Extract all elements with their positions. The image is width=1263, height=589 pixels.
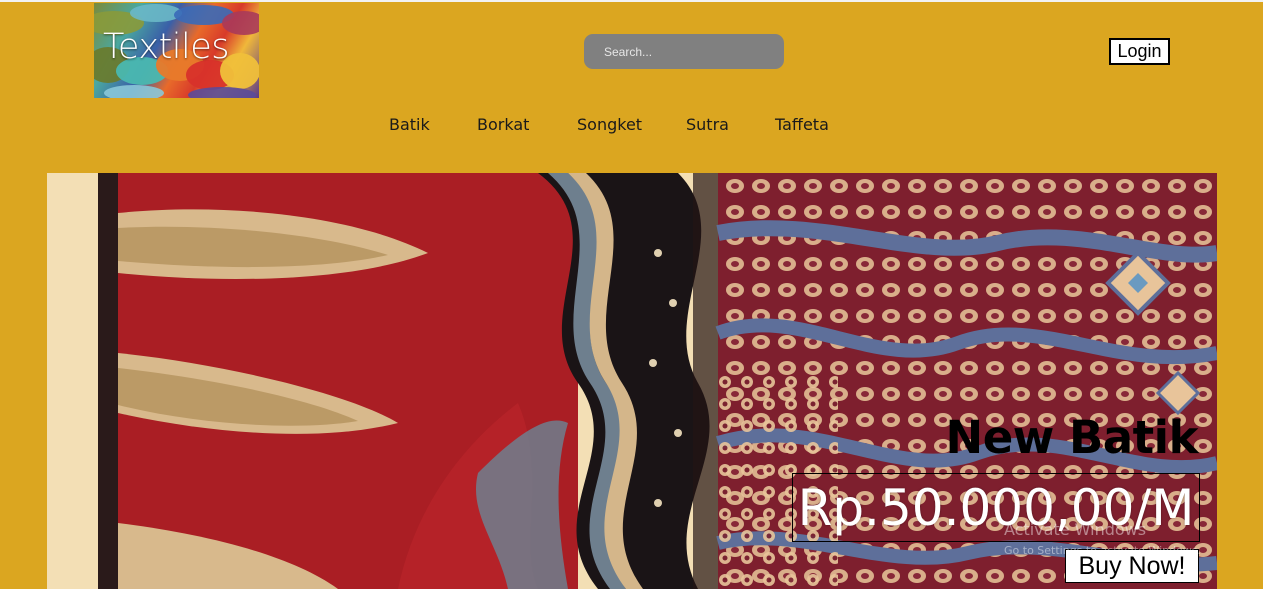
nav-item-borkat[interactable]: Borkat	[477, 115, 529, 134]
top-strip	[0, 0, 1263, 2]
watermark-line-1: Activate Windows	[1004, 520, 1147, 539]
logo-text: Textiles	[103, 27, 230, 67]
nav-item-songket[interactable]: Songket	[577, 115, 642, 134]
nav-item-taffeta[interactable]: Taffeta	[775, 115, 829, 134]
search-input[interactable]	[584, 34, 784, 69]
nav-item-sutra[interactable]: Sutra	[686, 115, 729, 134]
nav-item-batik[interactable]: Batik	[389, 115, 430, 134]
activate-windows-watermark: Activate Windows Go to Settings to activ…	[1004, 519, 1201, 561]
watermark-line-2: Go to Settings to activate Windows.	[1004, 544, 1202, 557]
textiles-logo[interactable]: Textiles	[94, 3, 259, 98]
login-button[interactable]: Login	[1109, 38, 1170, 65]
hero-title: New Batik	[945, 411, 1199, 464]
